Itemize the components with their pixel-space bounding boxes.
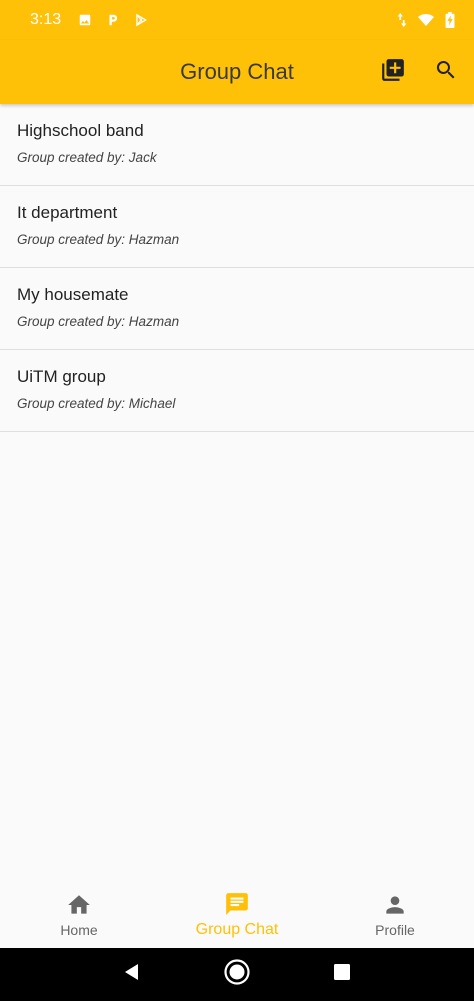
nav-item-profile[interactable]: Profile (316, 882, 474, 948)
status-notification-icons (77, 12, 149, 28)
wifi-icon (418, 12, 434, 28)
group-chat-screen: 3:13 Group Chat Highschool band Group cr… (0, 0, 474, 1001)
data-arrows-icon (394, 12, 410, 28)
nav-label-profile: Profile (375, 922, 415, 938)
group-list-item[interactable]: UiTM group Group created by: Michael (0, 350, 474, 432)
group-list: Highschool band Group created by: Jack I… (0, 104, 474, 432)
group-creator: Group created by: Hazman (17, 314, 180, 329)
chat-icon (224, 891, 250, 917)
home-icon (66, 892, 92, 918)
group-creator: Group created by: Hazman (17, 232, 180, 247)
group-name: My housemate (17, 285, 129, 304)
back-icon (122, 962, 142, 987)
add-group-button[interactable] (379, 58, 407, 86)
battery-charging-icon (442, 12, 458, 28)
system-navigation-bar (0, 948, 474, 1001)
nav-item-group-chat[interactable]: Group Chat (158, 882, 316, 948)
add-group-icon (380, 57, 406, 88)
nav-label-home: Home (60, 922, 98, 938)
system-home-button[interactable] (222, 958, 252, 991)
system-back-button[interactable] (117, 960, 147, 990)
nav-item-home[interactable]: Home (0, 882, 158, 948)
group-list-item[interactable]: My housemate Group created by: Hazman (0, 268, 474, 350)
status-system-icons (394, 12, 458, 28)
system-recents-button[interactable] (327, 960, 357, 990)
group-name: Highschool band (17, 121, 144, 140)
image-icon (77, 12, 93, 28)
group-list-item[interactable]: Highschool band Group created by: Jack (0, 104, 474, 186)
app-bar: Group Chat (0, 40, 474, 104)
status-bar: 3:13 (0, 0, 474, 40)
parking-icon (105, 12, 121, 28)
search-button[interactable] (432, 58, 460, 86)
search-icon (434, 58, 458, 87)
group-creator: Group created by: Michael (17, 396, 176, 411)
home-circle-icon (223, 958, 251, 991)
group-name: It department (17, 203, 118, 222)
person-icon (382, 892, 408, 918)
nav-label-group-chat: Group Chat (195, 921, 279, 938)
play-store-icon (133, 12, 149, 28)
group-creator: Group created by: Jack (17, 150, 157, 165)
recents-icon (333, 963, 351, 986)
bottom-navigation: Home Group Chat Profile (0, 882, 474, 948)
group-list-item[interactable]: It department Group created by: Hazman (0, 186, 474, 268)
group-name: UiTM group (17, 367, 106, 386)
status-time: 3:13 (30, 11, 62, 28)
